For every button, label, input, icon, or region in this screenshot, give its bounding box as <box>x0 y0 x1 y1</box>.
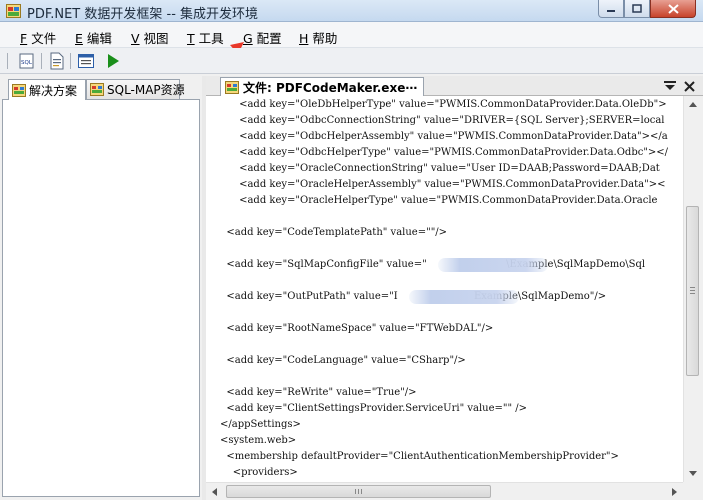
tab-solution-label: 解决方案 <box>29 83 78 98</box>
app-window-icon <box>6 4 21 18</box>
chevron-right-icon <box>672 487 677 496</box>
sql-map-icon <box>90 83 104 96</box>
close-window-button[interactable] <box>650 0 696 18</box>
file-icon <box>225 80 239 94</box>
grip-line <box>358 489 359 494</box>
maximize-icon <box>632 4 642 13</box>
horizontal-scrollbar[interactable] <box>206 482 683 499</box>
code-line: <add key="ReWrite" value="True"/> <box>220 387 417 398</box>
code-editor[interactable]: <add key="OleDbHelperType" value="PWMIS.… <box>206 96 683 482</box>
svg-text:SQL: SQL <box>21 60 33 66</box>
solution-icon <box>12 83 26 97</box>
code-line: <add key="OdbcHelperAssembly" value="PWM… <box>220 131 668 142</box>
toolbar: SQL <box>0 48 703 74</box>
code-line: </appSettings> <box>220 419 301 430</box>
tab-sql-map-resources[interactable]: SQL-MAP资源 <box>86 79 185 99</box>
vertical-scrollbar[interactable] <box>683 96 700 482</box>
code-line: <add key="ClientSettingsProvider.Service… <box>220 403 528 414</box>
menu-view[interactable]: V 视图 <box>131 28 169 47</box>
toolbar-grip <box>7 53 8 69</box>
code-line: <add key="RootNameSpace" value="FTWebDAL… <box>220 323 494 334</box>
code-line: <add key="OleDbHelperType" value="PWMIS.… <box>220 99 667 110</box>
maximize-button[interactable] <box>624 0 650 18</box>
list-icon <box>78 54 94 68</box>
toolbar-separator <box>70 53 71 69</box>
sql-icon: SQL <box>19 53 34 69</box>
redacted-path-mask <box>409 290 519 304</box>
code-line: <add key="OracleHelperType" value="PWMIS… <box>220 195 658 206</box>
close-document-button[interactable] <box>682 79 696 93</box>
window-title: PDF.NET 数据开发框架 -- 集成开发环境 <box>27 7 259 22</box>
scroll-left-button[interactable] <box>206 483 223 500</box>
menu-edit[interactable]: E 编辑 <box>75 28 112 47</box>
toolbar-separator <box>41 53 42 69</box>
code-line: <add key="OdbcConnectionString" value="D… <box>220 115 665 126</box>
grip-line <box>361 489 362 494</box>
run-icon <box>108 54 119 68</box>
code-line: <add key="OracleHelperAssembly" value="P… <box>220 179 666 190</box>
menu-bar: F 文件 E 编辑 V 视图 T 工具 G 配置 H 帮助 <box>0 22 703 48</box>
code-line: <membership defaultProvider="ClientAuthe… <box>220 451 619 462</box>
run-button[interactable] <box>103 51 123 71</box>
scroll-up-button[interactable] <box>684 96 701 113</box>
minimize-button[interactable] <box>598 0 624 18</box>
open-document-button[interactable] <box>47 51 67 71</box>
grip-line <box>690 290 695 291</box>
vertical-scroll-thumb[interactable] <box>686 206 699 376</box>
chevron-up-icon <box>688 102 697 107</box>
close-icon <box>667 3 679 14</box>
tab-solution[interactable]: 解决方案 <box>8 79 86 100</box>
tab-document[interactable]: 文件: PDFCodeMaker.exe⋯ <box>220 77 425 96</box>
list-view-button[interactable] <box>76 51 96 71</box>
chevron-down-icon <box>688 471 697 476</box>
redacted-path-mask <box>438 258 548 272</box>
scrollbar-corner <box>683 482 700 499</box>
document-tab-strip: 文件: PDFCodeMaker.exe⋯ <box>206 76 703 96</box>
document-icon <box>50 52 64 70</box>
document-tab-label: 文件: PDFCodeMaker.exe⋯ <box>243 80 418 95</box>
code-line: <system.web> <box>220 435 297 446</box>
document-list-button[interactable] <box>663 79 677 93</box>
code-line: <providers> <box>220 467 298 478</box>
triangle-down-icon <box>664 81 676 90</box>
scroll-down-button[interactable] <box>684 465 701 482</box>
code-line: <add key="CodeTemplatePath" value=""/> <box>220 227 448 238</box>
menu-help[interactable]: H 帮助 <box>299 28 337 47</box>
title-bar: PDF.NET 数据开发框架 -- 集成开发环境 <box>0 0 703 22</box>
sql-button[interactable]: SQL <box>17 51 37 71</box>
left-panel: 解决方案 SQL-MAP资源 <box>0 76 202 500</box>
grip-line <box>690 287 695 288</box>
scroll-right-button[interactable] <box>666 483 683 500</box>
menu-file[interactable]: F 文件 <box>20 28 56 47</box>
code-line: <add key="CodeLanguage" value="CSharp"/> <box>220 355 466 366</box>
tab-sql-map-label: SQL-MAP资源 <box>107 83 185 97</box>
solution-tree[interactable] <box>2 99 200 497</box>
minimize-icon <box>607 9 615 12</box>
grip-line <box>690 293 695 294</box>
code-line: <add key="OracleConnectionString" value=… <box>220 163 660 174</box>
horizontal-scroll-thumb[interactable] <box>226 485 491 498</box>
grip-line <box>355 489 356 494</box>
close-icon <box>683 80 695 92</box>
code-line: <add key="OdbcHelperType" value="PWMIS.C… <box>220 147 669 158</box>
code-line: <add key="SqlMapConfigFile" value=" \Exa… <box>220 259 646 270</box>
chevron-left-icon <box>212 487 217 496</box>
